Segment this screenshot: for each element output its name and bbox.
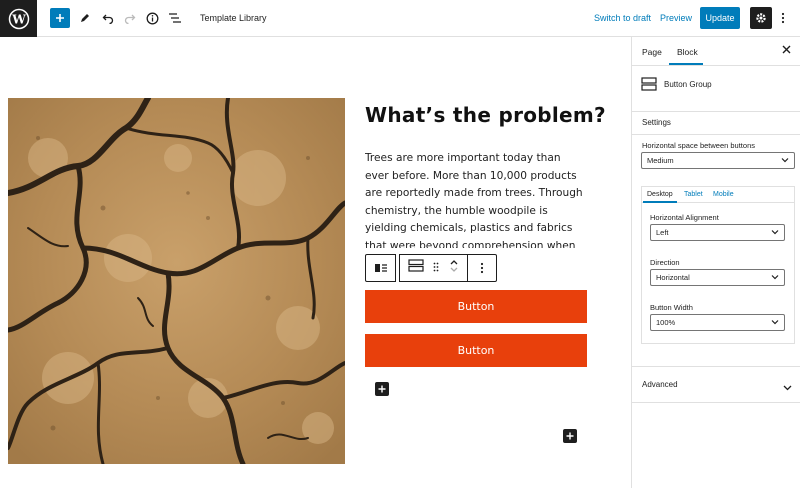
horizontal-space-select[interactable]: Medium	[641, 152, 795, 169]
move-up-down-icon[interactable]	[449, 258, 459, 279]
direction-select[interactable]: Horizontal	[650, 269, 785, 286]
switch-to-draft-button[interactable]: Switch to draft	[594, 13, 651, 23]
responsive-settings-panel: Desktop Tablet Mobile Horizontal Alignme…	[641, 186, 795, 344]
block-toolbar	[365, 254, 497, 282]
divider	[632, 366, 800, 367]
active-device-indicator	[643, 201, 677, 203]
template-title: Template Library	[200, 13, 267, 23]
block-name: Button Group	[664, 80, 712, 89]
button-2[interactable]: Button	[365, 334, 587, 367]
settings-panel-title[interactable]: Settings	[642, 118, 671, 127]
active-tab-indicator	[669, 63, 703, 65]
block-type-group	[399, 254, 467, 282]
settings-sidebar: Page Block Button Group Settings Horizon…	[631, 37, 800, 488]
direction-value: Horizontal	[656, 273, 690, 282]
list-view-icon[interactable]	[163, 7, 185, 29]
tab-block[interactable]: Block	[677, 47, 698, 57]
sidebar-tabs: Page Block	[632, 37, 800, 66]
block-card: Button Group	[632, 66, 800, 112]
parent-block-selector-button[interactable]	[365, 254, 396, 282]
alignment-value: Left	[656, 228, 669, 237]
section-heading[interactable]: What’s the problem?	[365, 103, 606, 127]
wordpress-logo-icon[interactable]: W	[0, 0, 37, 37]
block-inserter-button[interactable]	[563, 429, 577, 443]
info-icon[interactable]	[141, 7, 163, 29]
button-group-icon	[641, 77, 657, 96]
button-width-label: Button Width	[650, 303, 693, 312]
gear-icon	[756, 13, 766, 23]
horizontal-space-label: Horizontal space between buttons	[642, 141, 755, 150]
update-button[interactable]: Update	[700, 7, 740, 29]
button-1[interactable]: Button	[365, 290, 587, 323]
preview-button[interactable]: Preview	[660, 13, 692, 23]
block-inserter-button[interactable]	[375, 382, 389, 396]
chevron-down-icon	[771, 273, 779, 283]
editor-topbar: W Template Library Switch to draft Previ…	[0, 0, 800, 37]
horizontal-space-value: Medium	[647, 156, 674, 165]
advanced-panel-title[interactable]: Advanced	[642, 380, 678, 389]
alignment-select[interactable]: Left	[650, 224, 785, 241]
chevron-down-icon	[781, 156, 789, 166]
button-group-icon[interactable]	[408, 259, 424, 277]
chevron-down-icon	[771, 228, 779, 238]
tab-page[interactable]: Page	[642, 47, 662, 57]
plus-icon	[566, 432, 574, 440]
settings-gear-button[interactable]	[750, 7, 772, 29]
editor-canvas: What’s the problem? Trees are more impor…	[0, 37, 631, 488]
columns-icon	[374, 264, 387, 272]
undo-icon[interactable]	[97, 7, 119, 29]
alignment-label: Horizontal Alignment	[650, 213, 719, 222]
redo-icon[interactable]	[119, 7, 141, 29]
close-icon[interactable]	[782, 45, 791, 57]
block-options-button[interactable]	[467, 254, 497, 282]
tab-desktop[interactable]: Desktop	[647, 191, 673, 198]
direction-label: Direction	[650, 258, 680, 267]
drag-handle-icon[interactable]	[433, 259, 439, 277]
button-width-value: 100%	[656, 318, 676, 327]
divider	[632, 402, 800, 403]
more-vertical-icon	[480, 262, 484, 274]
pencil-tools-icon[interactable]	[74, 7, 96, 29]
divider	[632, 134, 800, 135]
more-options-icon[interactable]	[772, 7, 794, 29]
chevron-down-icon	[771, 318, 779, 328]
body-paragraph[interactable]: Trees are more important today than ever…	[365, 150, 587, 248]
button-width-select[interactable]: 100%	[650, 314, 785, 331]
svg-text:W: W	[11, 12, 26, 26]
tab-tablet[interactable]: Tablet	[684, 191, 703, 198]
chevron-down-icon[interactable]	[783, 379, 792, 397]
cracked-earth-image[interactable]	[8, 98, 345, 464]
plus-icon	[378, 385, 386, 393]
tab-mobile[interactable]: Mobile	[713, 191, 734, 198]
add-block-button[interactable]	[50, 8, 70, 28]
